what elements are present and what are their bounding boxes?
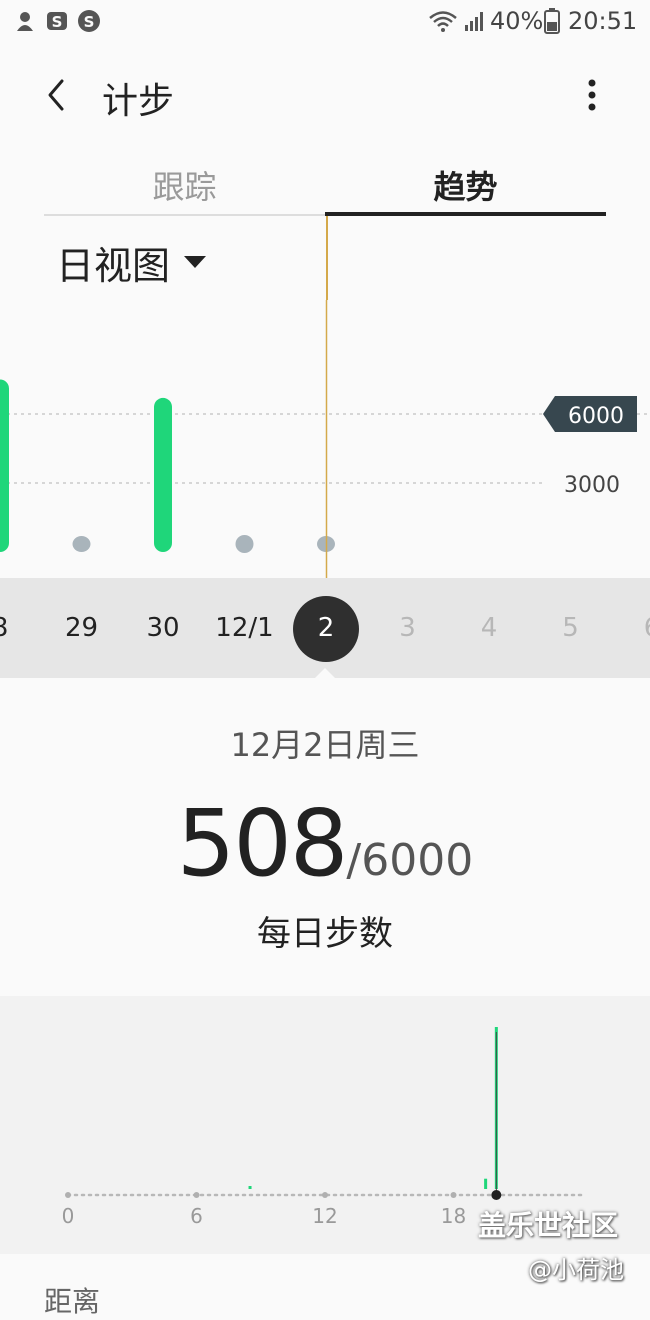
date-item[interactable]: 2 xyxy=(286,578,366,678)
distance-section-label: 距离 xyxy=(44,1285,101,1318)
tab-track xyxy=(44,214,325,216)
hourly-tick xyxy=(65,1192,71,1198)
tab-indicator xyxy=(325,212,606,216)
wifi-icon xyxy=(428,8,458,34)
day-bar[interactable] xyxy=(0,379,9,553)
date-item[interactable]: 4 xyxy=(449,578,529,678)
watermark-author: @小荷池 xyxy=(528,1256,624,1284)
gridline-label: 3000 xyxy=(564,473,620,498)
hourly-tick-label: 6 xyxy=(190,1204,203,1228)
status-bar: S S 40% 20:51 xyxy=(0,0,650,44)
date-item[interactable]: 8 xyxy=(0,578,40,678)
hourly-tick xyxy=(322,1192,328,1198)
svg-text:S: S xyxy=(52,13,63,31)
app-bar: 计步 xyxy=(0,44,650,144)
date-strip[interactable]: 8293012/123456 xyxy=(0,578,650,678)
signal-icon xyxy=(462,8,488,34)
battery-percent: 40% xyxy=(490,7,544,35)
hourly-cursor-dot xyxy=(491,1190,502,1200)
view-selector-dropdown[interactable]: 日视图 xyxy=(56,232,207,292)
notification-icon xyxy=(12,8,38,34)
date-item[interactable]: 30 xyxy=(123,578,203,678)
daily-steps-chart[interactable]: 3000 6000 xyxy=(0,300,650,580)
svg-text:S: S xyxy=(84,13,95,31)
sogou-icon: S xyxy=(76,8,102,34)
selection-cursor-upper xyxy=(326,216,328,300)
date-item[interactable]: 3 xyxy=(368,578,448,678)
hourly-bar xyxy=(484,1178,488,1189)
date-item[interactable]: 29 xyxy=(42,578,122,678)
hourly-tick xyxy=(450,1192,457,1198)
more-vert-icon[interactable] xyxy=(570,70,614,120)
date-item[interactable]: 5 xyxy=(531,578,611,678)
app-s-icon: S xyxy=(44,8,70,34)
steps-value: 508 xyxy=(176,790,349,897)
watermark-title: 盖乐世社区 xyxy=(478,1209,619,1242)
day-bar[interactable] xyxy=(72,536,91,552)
date-item[interactable]: 12/1 xyxy=(205,578,285,678)
date-item[interactable]: 6 xyxy=(612,578,650,678)
steps-goal: /6000 xyxy=(346,835,474,886)
tab-trends[interactable]: 趋势 xyxy=(325,150,606,216)
day-bar[interactable] xyxy=(235,535,254,553)
clock: 20:51 xyxy=(568,7,638,35)
day-bar[interactable] xyxy=(154,397,172,552)
hourly-bar xyxy=(248,1186,252,1189)
hourly-tick-label: 12 xyxy=(312,1204,337,1228)
hourly-tick-label: 0 xyxy=(62,1204,75,1228)
summary-label: 每日步数 xyxy=(257,914,393,954)
caret-down-icon xyxy=(184,256,207,268)
goal-tag-label: 6000 xyxy=(568,404,624,429)
summary-date: 12月2日周三 xyxy=(230,726,420,764)
tab-bar: 跟踪 趋势 xyxy=(44,150,606,216)
battery-icon xyxy=(543,8,561,34)
tab-tracking[interactable]: 跟踪 xyxy=(44,150,325,216)
page-title: 计步 xyxy=(102,81,175,122)
view-selector-label: 日视图 xyxy=(56,243,171,288)
hourly-tick-label: 18 xyxy=(441,1204,466,1228)
hourly-tick xyxy=(193,1192,200,1198)
back-arrow-icon[interactable] xyxy=(32,70,82,120)
summary-steps: 508/6000 xyxy=(0,790,650,897)
